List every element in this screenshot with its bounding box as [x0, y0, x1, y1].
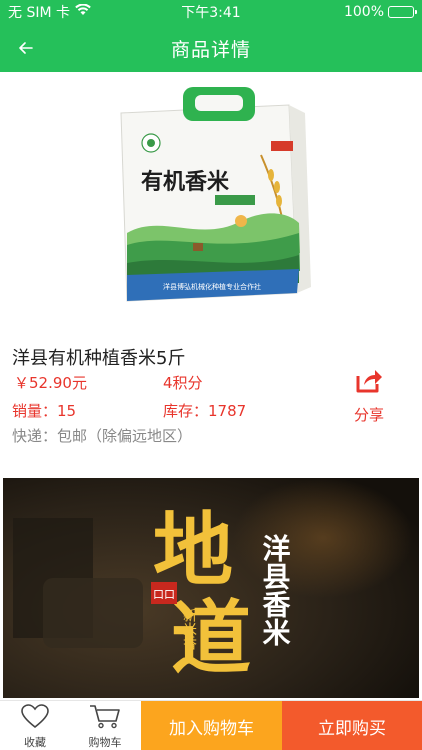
nav-bar: 商品详情: [0, 24, 422, 72]
product-title: 洋县有机种植香米5斤: [12, 348, 186, 369]
cart-label: 购物车: [88, 735, 122, 749]
bottom-bar: 收藏 购物车 加入购物车 立即购买: [0, 700, 422, 750]
add-to-cart-button[interactable]: 加入购物车: [141, 701, 282, 750]
share-icon: [355, 368, 383, 398]
heart-icon: [20, 703, 50, 733]
product-banner: 地 道 口口 洋县香米 新米香: [3, 478, 419, 698]
page-title: 商品详情: [170, 38, 251, 61]
product-points: 4积分: [163, 374, 203, 392]
product-shipping: 快递：包邮（除偏远地区）: [12, 427, 193, 445]
product-sales: 销量：15: [12, 402, 77, 420]
rice-bag-image: 有机香米 洋县博弘机械化种植专业合作社: [120, 87, 311, 302]
banner-graphic: 地 道 口口 洋县香米 新米香: [3, 478, 419, 698]
carrier-text: 无 SIM 卡: [8, 5, 70, 21]
cart-icon: [88, 703, 122, 733]
package-label-text: 洋县博弘机械化种植专业合作社: [163, 282, 261, 291]
wifi-icon: [75, 3, 91, 20]
share-label: 分享: [353, 406, 384, 424]
status-right: 100%: [343, 4, 417, 20]
banner-small-vertical: 新米香: [181, 608, 197, 650]
product-image[interactable]: 有机香米 洋县博弘机械化种植专业合作社: [0, 72, 422, 324]
favorite-label: 收藏: [24, 735, 46, 749]
favorite-button[interactable]: 收藏: [0, 701, 70, 750]
cart-button[interactable]: 购物车: [70, 701, 140, 750]
product-stock: 库存：1787: [163, 402, 247, 420]
share-button[interactable]: 分享: [346, 368, 392, 425]
battery-percent: 100%: [343, 4, 384, 20]
status-left: 无 SIM 卡: [8, 2, 91, 22]
package-brand-text: 有机香米: [141, 169, 230, 195]
back-arrow-icon[interactable]: [12, 34, 40, 62]
status-bar: 无 SIM 卡 下午3:41 100%: [0, 0, 422, 24]
product-price: ￥52.90元: [14, 374, 87, 392]
banner-stamp: 口口: [153, 588, 175, 601]
buy-now-button[interactable]: 立即购买: [282, 701, 422, 750]
banner-vertical-title: 洋县香米: [259, 533, 292, 646]
battery-icon: [388, 6, 417, 18]
